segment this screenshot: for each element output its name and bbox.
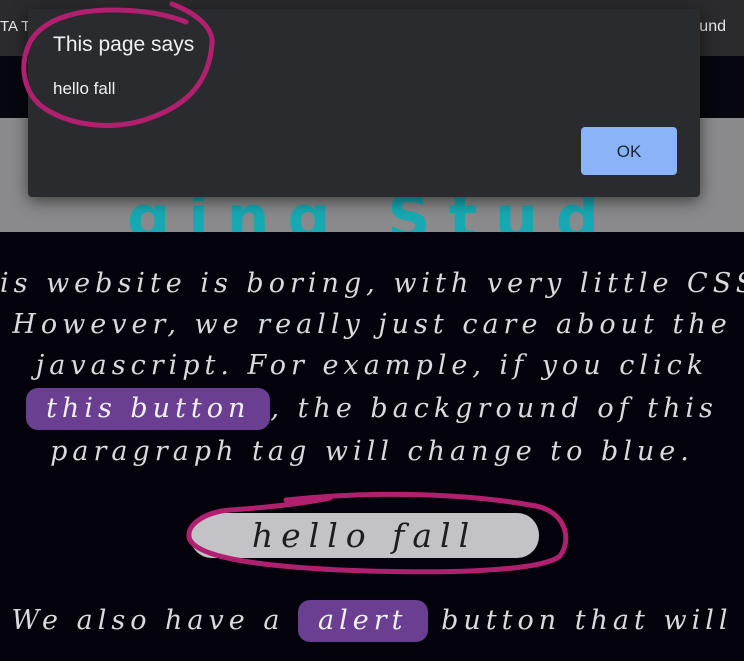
paragraph-line-2: However, we really just care about the	[12, 309, 732, 340]
hero-heading: ging Stud	[127, 183, 617, 232]
this-button[interactable]: this button	[26, 388, 271, 430]
tab-text-left[interactable]: TA T	[0, 18, 30, 35]
hello-fall-button[interactable]: hello fall	[190, 513, 539, 558]
paragraph-line-6-after: button that will	[441, 605, 733, 636]
paragraph-line-4-text: , the background of this	[270, 393, 718, 424]
alert-dialog: This page says hello fall OK	[28, 9, 700, 197]
paragraph-line-6: We also have a alert button that will	[0, 600, 744, 642]
paragraph-line-1: is website is boring, with very little C…	[0, 268, 744, 299]
tab-text-right[interactable]: und	[699, 18, 726, 36]
paragraph-line-6-before: We also have a	[11, 605, 285, 636]
dialog-title: This page says	[53, 33, 195, 56]
ok-button[interactable]: OK	[581, 127, 677, 175]
dialog-message: hello fall	[53, 79, 116, 98]
paragraph-line-5: paragraph tag will change to blue.	[50, 436, 694, 467]
alert-button[interactable]: alert	[298, 600, 428, 642]
paragraph-line-4: this button, the background of this	[0, 388, 744, 430]
paragraph-line-3: javascript. For example, if you click	[35, 350, 709, 381]
